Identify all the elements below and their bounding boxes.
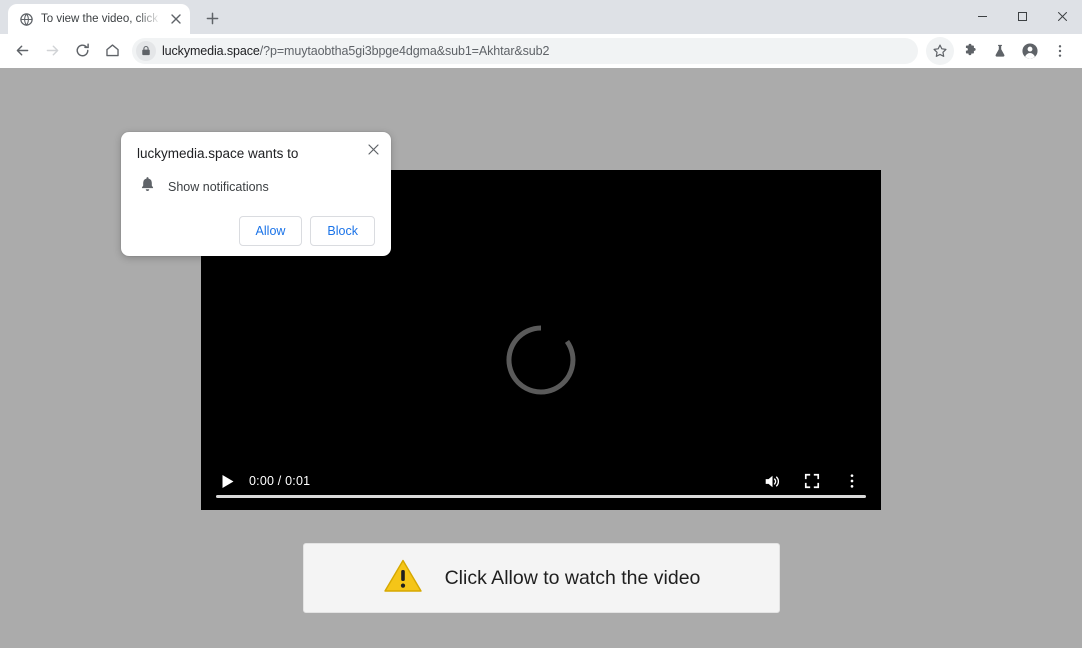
browser-window: To view the video, click the Allow — [0, 0, 1082, 648]
bookmark-star-icon[interactable] — [926, 36, 954, 65]
mute-button[interactable] — [757, 468, 787, 494]
click-allow-banner: Click Allow to watch the video — [303, 543, 780, 613]
video-controls: 0:00 / 0:01 — [201, 448, 881, 510]
close-icon[interactable] — [168, 11, 184, 27]
tab-strip: To view the video, click the Allow — [0, 0, 1082, 34]
loading-spinner-icon — [503, 322, 579, 398]
close-window-button[interactable] — [1042, 0, 1082, 32]
bell-icon — [140, 176, 155, 197]
address-bar[interactable]: luckymedia.space/?p=muytaobtha5gi3bpge4d… — [132, 37, 918, 64]
minimize-button[interactable] — [962, 0, 1002, 32]
permission-request-row: Show notifications — [137, 176, 375, 197]
video-time-display: 0:00 / 0:01 — [249, 474, 311, 488]
globe-icon — [18, 11, 34, 27]
close-icon[interactable] — [364, 140, 382, 158]
address-bar-host: luckymedia.space — [162, 43, 260, 58]
maximize-button[interactable] — [1002, 0, 1042, 32]
reload-button[interactable] — [68, 37, 96, 65]
profile-avatar-icon[interactable] — [1016, 37, 1044, 65]
fullscreen-button[interactable] — [797, 468, 827, 494]
warning-triangle-icon — [383, 558, 423, 599]
tab-title: To view the video, click the Allow — [41, 13, 161, 25]
browser-tab[interactable]: To view the video, click the Allow — [8, 4, 190, 34]
new-tab-button[interactable] — [198, 4, 226, 32]
home-button[interactable] — [98, 37, 126, 65]
page-content: 0:00 / 0:01 Click Allow to watch the vid… — [0, 68, 1082, 648]
lock-icon — [136, 40, 156, 61]
permission-dialog-actions: Allow Block — [137, 216, 375, 246]
banner-text: Click Allow to watch the video — [444, 566, 701, 589]
play-button[interactable] — [215, 468, 241, 494]
permission-dialog-title: luckymedia.space wants to — [137, 146, 299, 161]
video-progress-bar[interactable] — [216, 495, 866, 498]
browser-toolbar: luckymedia.space/?p=muytaobtha5gi3bpge4d… — [0, 34, 1082, 68]
more-options-button[interactable] — [837, 468, 867, 494]
back-button[interactable] — [8, 37, 36, 65]
extensions-puzzle-icon[interactable] — [956, 37, 984, 65]
permission-label: Show notifications — [168, 179, 269, 194]
video-controls-row: 0:00 / 0:01 — [215, 468, 867, 494]
experiments-flask-icon[interactable] — [986, 37, 1014, 65]
block-button[interactable]: Block — [310, 216, 375, 246]
address-bar-url: luckymedia.space/?p=muytaobtha5gi3bpge4d… — [162, 44, 549, 58]
allow-button[interactable]: Allow — [238, 216, 303, 246]
window-controls — [962, 0, 1082, 32]
chrome-menu-icon[interactable] — [1046, 37, 1074, 65]
forward-button[interactable] — [38, 37, 66, 65]
address-bar-path: /?p=muytaobtha5gi3bpge4dgma&sub1=Akhtar&… — [259, 43, 550, 58]
notification-permission-dialog: luckymedia.space wants to Show notificat… — [121, 132, 391, 256]
